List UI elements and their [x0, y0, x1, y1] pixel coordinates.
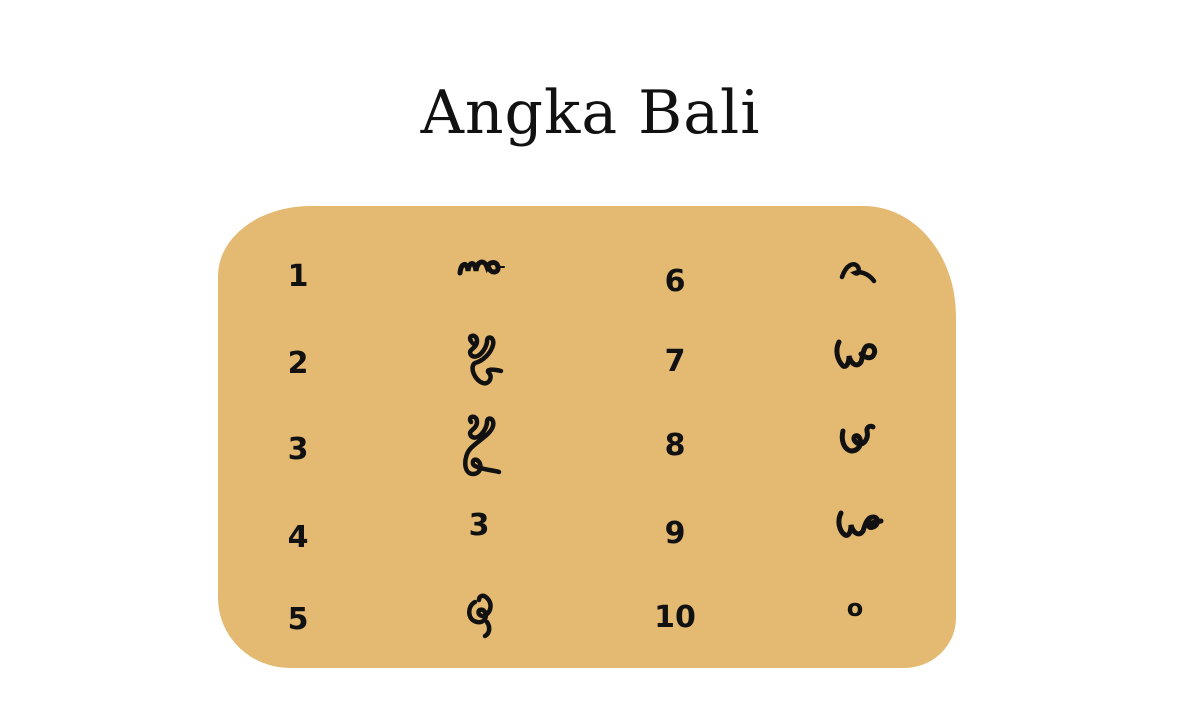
balinese-digit-three-icon	[444, 414, 514, 477]
balinese-digit-zero-text: o	[846, 594, 864, 622]
balinese-digit-one-icon	[446, 242, 516, 294]
arabic-numeral-10: 10	[654, 600, 696, 635]
numbers-card: 1 6 2 7 3 8 4 3 9 5 10 o	[218, 206, 956, 668]
arabic-numeral-9: 9	[664, 516, 686, 551]
page: Angka Bali 1 6 2 7 3 8 4 3 9 5 10 o	[0, 0, 1181, 709]
arabic-numeral-3: 3	[287, 432, 309, 467]
arabic-numeral-1: 1	[287, 259, 309, 294]
arabic-numeral-6: 6	[664, 264, 686, 299]
arabic-numeral-2: 2	[287, 346, 309, 381]
arabic-numeral-4: 4	[287, 520, 309, 555]
arabic-numeral-8: 8	[664, 428, 686, 463]
balinese-digit-two-icon	[444, 333, 514, 388]
balinese-digit-five-icon	[446, 588, 516, 640]
arabic-numeral-5: 5	[287, 602, 309, 637]
balinese-digit-seven-icon	[822, 328, 892, 380]
balinese-digit-six-icon	[823, 244, 893, 296]
balinese-digit-four-text: 3	[468, 508, 490, 543]
arabic-numeral-7: 7	[664, 344, 686, 379]
balinese-digit-eight-icon	[822, 412, 892, 464]
page-title: Angka Bali	[420, 78, 761, 148]
balinese-digit-nine-icon	[824, 498, 894, 550]
